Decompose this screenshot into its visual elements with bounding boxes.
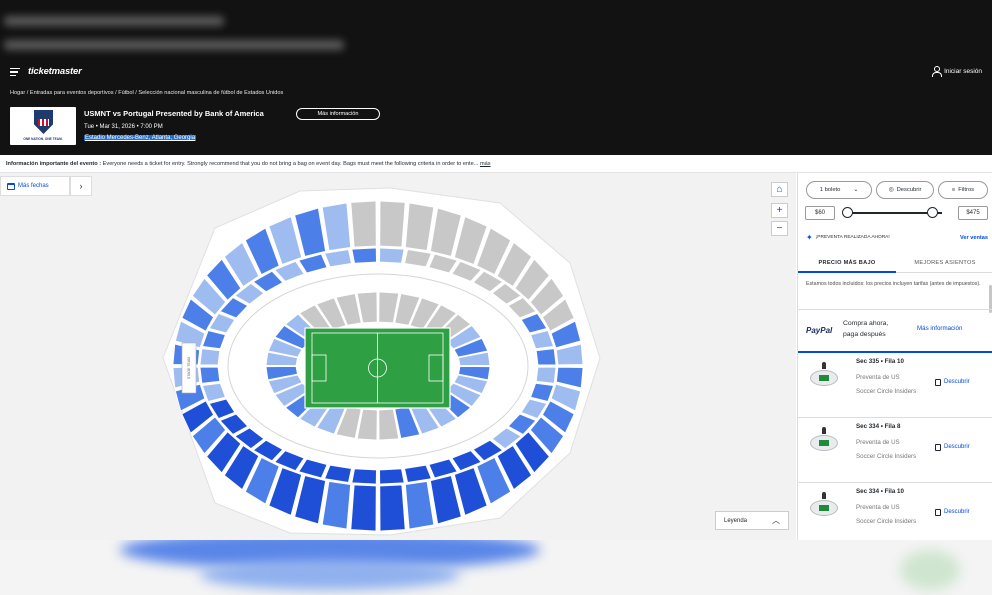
presale-banner: ✦ ¡PREVENTA REALIZADA AHORA! [806, 233, 890, 242]
seat-view-thumbnail [808, 427, 840, 453]
ticket-section: Sec 335 • Fila 10 [856, 358, 904, 365]
ticket-cta-label: Descubrir [944, 443, 970, 450]
chevron-right-icon[interactable]: › [70, 176, 92, 196]
ticket-listing[interactable]: Sec 335 • Fila 10 Preventa de US Soccer … [798, 354, 992, 418]
seat-map[interactable]: STAGE TEAM Más fechas › ⌂ + − Leyenda ︿ [0, 173, 796, 540]
seat-section[interactable] [379, 468, 405, 485]
ticket-discover-button[interactable]: Descubrir [935, 378, 970, 386]
zoom-out-button[interactable]: − [771, 221, 788, 236]
lock-icon [935, 444, 941, 451]
ticket-description: Preventa de US Soccer Circle Insiders [856, 374, 917, 395]
legend-button[interactable]: Leyenda ︿ [715, 511, 789, 530]
event-title: USMNT vs Portugal Presented by Bank of A… [84, 109, 264, 118]
seat-view-thumbnail [808, 362, 840, 388]
menu-icon[interactable] [10, 68, 20, 77]
ticket-section: Sec 334 • Fila 10 [856, 488, 904, 495]
location-pin-icon [822, 492, 826, 499]
tab-best-seats[interactable]: MEJORES ASIENTOS [896, 253, 992, 273]
ticket-listing[interactable]: Sec 334 • Fila 10 Preventa de US Soccer … [798, 484, 992, 540]
discover-label: Descubrir [896, 187, 922, 193]
site-header: ticketmaster Iniciar sesión Hogar / Entr… [0, 60, 992, 155]
more-info-button[interactable]: Más información [296, 108, 380, 120]
price-slider-max-handle[interactable] [927, 207, 938, 218]
discover-button[interactable]: ◎ Descubrir [876, 181, 934, 199]
seat-section[interactable] [199, 366, 221, 384]
chevron-down-icon: ⌄ [853, 187, 859, 193]
more-dates-button[interactable]: Más fechas [0, 176, 70, 196]
seat-section[interactable] [379, 484, 406, 532]
sliders-icon: ≡ [951, 187, 956, 193]
more-dates-label: Más fechas [18, 183, 49, 189]
venue-link[interactable]: Estadio Mercedes-Benz, Atlanta, Georgia [84, 135, 197, 141]
notice-more-link[interactable]: más [480, 161, 491, 167]
filters-label: Filtros [958, 187, 975, 193]
event-notice: Información importante del evento : Ever… [0, 157, 992, 173]
seat-section[interactable] [535, 366, 557, 384]
event-date: Tue • Mar 31, 2026 • 7:00 PM [84, 124, 163, 130]
ticket-listing[interactable]: Sec 334 • Fila 8 Preventa de US Soccer C… [798, 419, 992, 483]
ticket-description: Preventa de US Soccer Circle Insiders [856, 504, 917, 525]
event-logo-caption: ONE NATION. ONE TEAM. [23, 137, 63, 141]
calendar-icon [7, 182, 15, 190]
paypal-line-1: Compra ahora, [843, 320, 889, 327]
ticketmaster-logo[interactable]: ticketmaster [28, 66, 82, 77]
ticket-discover-button[interactable]: Descubrir [935, 508, 970, 516]
seat-section[interactable] [379, 247, 405, 264]
stage-label: STAGE TEAM [187, 357, 191, 379]
ticket-cta-label: Descubrir [944, 508, 970, 515]
ticket-sidebar: 1 boleto ⌄ ◎ Descubrir ≡ Filtros $60 $47… [797, 173, 992, 540]
home-icon[interactable]: ⌂ [771, 182, 788, 197]
ticket-description: Preventa de US Soccer Circle Insiders [856, 439, 917, 460]
ticket-discover-button[interactable]: Descubrir [935, 443, 970, 451]
seat-section[interactable] [351, 468, 377, 485]
lock-icon [935, 509, 941, 516]
seat-section[interactable] [350, 200, 377, 248]
seat-section[interactable] [199, 348, 221, 366]
location-pin-icon [822, 362, 826, 369]
blurred-browser-chrome [0, 0, 992, 60]
blurred-page-footer [0, 540, 992, 595]
price-max-field[interactable]: $475 [958, 206, 988, 220]
ticket-icon: ✦ [806, 233, 813, 242]
event-logo: ONE NATION. ONE TEAM. [10, 107, 76, 145]
quantity-label: 1 boleto [819, 187, 841, 193]
seat-section[interactable] [351, 247, 377, 264]
location-pin-icon [822, 427, 826, 434]
signin-link[interactable]: Iniciar sesión [931, 66, 982, 77]
filters-button[interactable]: ≡ Filtros [938, 181, 988, 199]
signin-label: Iniciar sesión [944, 67, 982, 75]
notice-label: Información importante del evento : [6, 161, 102, 167]
paypal-text: Compra ahora, paga después [843, 318, 888, 340]
discover-icon: ◎ [888, 187, 894, 193]
seat-view-thumbnail [808, 492, 840, 518]
seat-section[interactable] [350, 484, 377, 532]
tab-lowest-price[interactable]: PRECIO MÁS BAJO [798, 253, 896, 273]
ticket-cta-label: Descubrir [944, 378, 970, 385]
paypal-more-info-link[interactable]: Más información [917, 325, 962, 332]
quantity-select[interactable]: 1 boleto ⌄ [806, 181, 872, 199]
seat-section[interactable] [379, 200, 406, 248]
ticket-section: Sec 334 • Fila 8 [856, 423, 901, 430]
paypal-line-2: paga después [843, 331, 886, 338]
taxes-note: Estamos todos incluidos: los precios inc… [806, 281, 981, 287]
see-sales-link[interactable]: Ver ventas [960, 235, 988, 241]
us-soccer-crest-icon [34, 110, 53, 134]
user-icon [931, 66, 942, 77]
chevron-up-icon: ︿ [772, 516, 780, 525]
legend-label: Leyenda [724, 517, 748, 524]
breadcrumb[interactable]: Hogar / Entradas para eventos deportivos… [10, 90, 283, 96]
notice-text: Everyone needs a ticket for entry. Stron… [102, 161, 479, 167]
presale-text: ¡PREVENTA REALIZADA AHORA! [815, 235, 890, 240]
price-slider-min-handle[interactable] [842, 207, 853, 218]
lock-icon [935, 379, 941, 386]
zoom-in-button[interactable]: + [771, 203, 788, 218]
seat-section[interactable] [535, 348, 557, 366]
price-min-field[interactable]: $60 [805, 206, 835, 220]
paypal-banner: PayPal Compra ahora, paga después Más in… [798, 309, 992, 353]
stadium-map[interactable]: STAGE TEAM [0, 173, 796, 540]
paypal-logo: PayPal [806, 326, 833, 335]
